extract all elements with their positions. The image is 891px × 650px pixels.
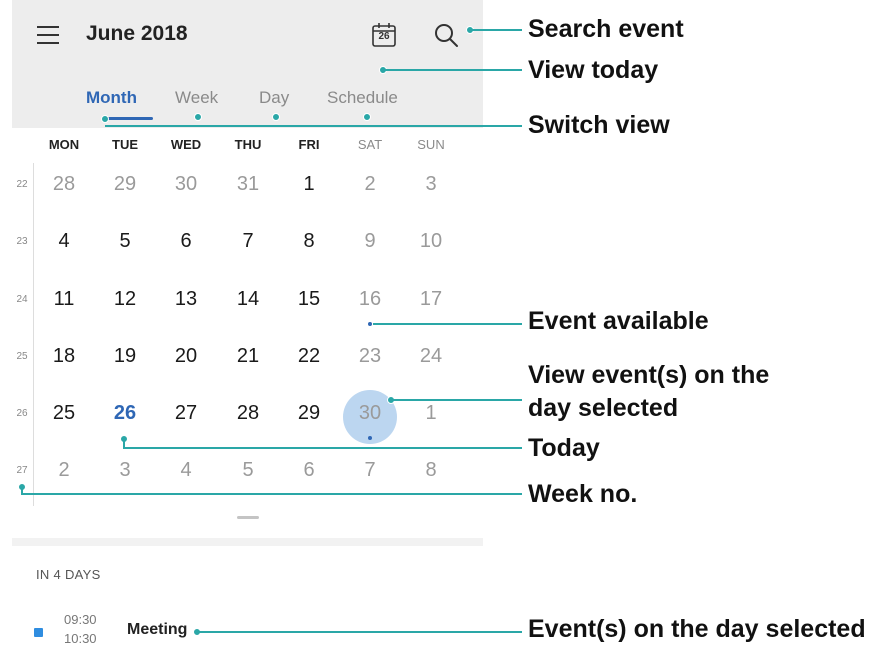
day-cell[interactable]: 21 — [228, 345, 268, 368]
day-cell[interactable]: 5 — [228, 459, 268, 482]
section-divider — [12, 538, 483, 546]
callout-view-events-line2: day selected — [528, 394, 679, 422]
day-cell[interactable]: 10 — [411, 230, 451, 253]
callout-switch-view: Switch view — [528, 111, 670, 139]
day-cell[interactable]: 3 — [411, 173, 451, 196]
day-cell[interactable]: 19 — [105, 345, 145, 368]
week-number-divider — [33, 163, 34, 506]
day-cell[interactable]: 20 — [166, 345, 206, 368]
event-start-time: 09:30 — [64, 612, 97, 627]
tab-schedule[interactable]: Schedule — [327, 88, 398, 108]
day-cell-today[interactable]: 26 — [105, 402, 145, 425]
weekday-thu: THU — [234, 137, 262, 152]
callout-events-on-day: Event(s) on the day selected — [528, 615, 866, 643]
callout-view-events-line1: View event(s) on the — [528, 361, 770, 389]
day-cell[interactable]: 4 — [166, 459, 206, 482]
page-title: June 2018 — [86, 22, 188, 45]
day-cell[interactable]: 30 — [166, 173, 206, 196]
event-item[interactable]: Meeting — [127, 621, 187, 639]
weekday-fri: FRI — [298, 137, 320, 152]
callout-line — [21, 493, 522, 495]
day-cell[interactable]: 23 — [350, 345, 390, 368]
day-cell[interactable]: 8 — [289, 230, 329, 253]
day-cell[interactable]: 15 — [289, 288, 329, 311]
callout-line — [373, 323, 522, 325]
event-indicator-dot — [368, 322, 372, 326]
callout-dot — [363, 113, 371, 121]
events-heading: IN 4 DAYS — [36, 567, 101, 582]
callout-view-today: View today — [528, 56, 659, 84]
tab-day[interactable]: Day — [259, 88, 289, 108]
active-tab-indicator — [103, 117, 153, 120]
app-bar — [12, 0, 483, 128]
week-number: 27 — [16, 465, 28, 476]
day-cell[interactable]: 18 — [44, 345, 84, 368]
day-cell[interactable]: 6 — [166, 230, 206, 253]
day-cell[interactable]: 5 — [105, 230, 145, 253]
day-cell[interactable]: 7 — [350, 459, 390, 482]
week-number: 26 — [16, 408, 28, 419]
callout-dot — [101, 115, 109, 123]
day-cell[interactable]: 27 — [166, 402, 206, 425]
callout-dot — [272, 113, 280, 121]
day-cell[interactable]: 28 — [228, 402, 268, 425]
day-cell[interactable]: 2 — [350, 173, 390, 196]
day-cell[interactable]: 9 — [350, 230, 390, 253]
calendar-today-icon[interactable]: 26 — [371, 22, 397, 48]
day-cell[interactable]: 8 — [411, 459, 451, 482]
day-cell[interactable]: 29 — [105, 173, 145, 196]
callout-line — [105, 125, 522, 127]
drag-handle[interactable] — [237, 516, 259, 519]
callout-line — [198, 631, 522, 633]
weekday-sat: SAT — [357, 137, 383, 152]
day-cell[interactable]: 25 — [44, 402, 84, 425]
weekday-wed: WED — [170, 137, 202, 152]
event-end-time: 10:30 — [64, 631, 97, 646]
day-cell[interactable]: 28 — [44, 173, 84, 196]
day-cell[interactable]: 12 — [105, 288, 145, 311]
tab-week[interactable]: Week — [175, 88, 218, 108]
day-cell[interactable]: 1 — [411, 402, 451, 425]
event-indicator-dot — [368, 436, 372, 440]
callout-dot — [194, 113, 202, 121]
week-number: 25 — [16, 351, 28, 362]
callout-line — [471, 29, 522, 31]
today-icon-day: 26 — [378, 31, 390, 42]
callout-line — [123, 447, 522, 449]
day-cell[interactable]: 14 — [228, 288, 268, 311]
day-cell[interactable]: 31 — [228, 173, 268, 196]
search-icon[interactable] — [432, 21, 460, 49]
day-cell[interactable]: 16 — [350, 288, 390, 311]
weekday-mon: MON — [48, 137, 80, 152]
weekday-tue: TUE — [112, 137, 138, 152]
day-cell[interactable]: 29 — [289, 402, 329, 425]
day-cell[interactable]: 1 — [289, 173, 329, 196]
callout-line — [384, 69, 522, 71]
callout-today: Today — [528, 434, 600, 462]
callout-search-event: Search event — [528, 15, 684, 43]
day-cell[interactable]: 3 — [105, 459, 145, 482]
day-cell[interactable]: 13 — [166, 288, 206, 311]
callout-week-no: Week no. — [528, 480, 638, 508]
week-number: 23 — [16, 236, 28, 247]
callout-event-available: Event available — [528, 307, 709, 335]
weekday-sun: SUN — [417, 137, 445, 152]
tab-month[interactable]: Month — [86, 88, 137, 108]
event-color-marker — [34, 628, 43, 637]
day-cell[interactable]: 17 — [411, 288, 451, 311]
day-cell[interactable]: 2 — [44, 459, 84, 482]
day-cell[interactable]: 24 — [411, 345, 451, 368]
day-cell[interactable]: 22 — [289, 345, 329, 368]
week-number: 22 — [16, 179, 28, 190]
callout-line — [392, 399, 522, 401]
day-cell[interactable]: 4 — [44, 230, 84, 253]
menu-icon[interactable] — [37, 26, 59, 44]
day-cell[interactable]: 11 — [44, 288, 84, 311]
week-number: 24 — [16, 294, 28, 305]
day-cell[interactable]: 7 — [228, 230, 268, 253]
day-cell-selected[interactable]: 30 — [350, 402, 390, 425]
day-cell[interactable]: 6 — [289, 459, 329, 482]
